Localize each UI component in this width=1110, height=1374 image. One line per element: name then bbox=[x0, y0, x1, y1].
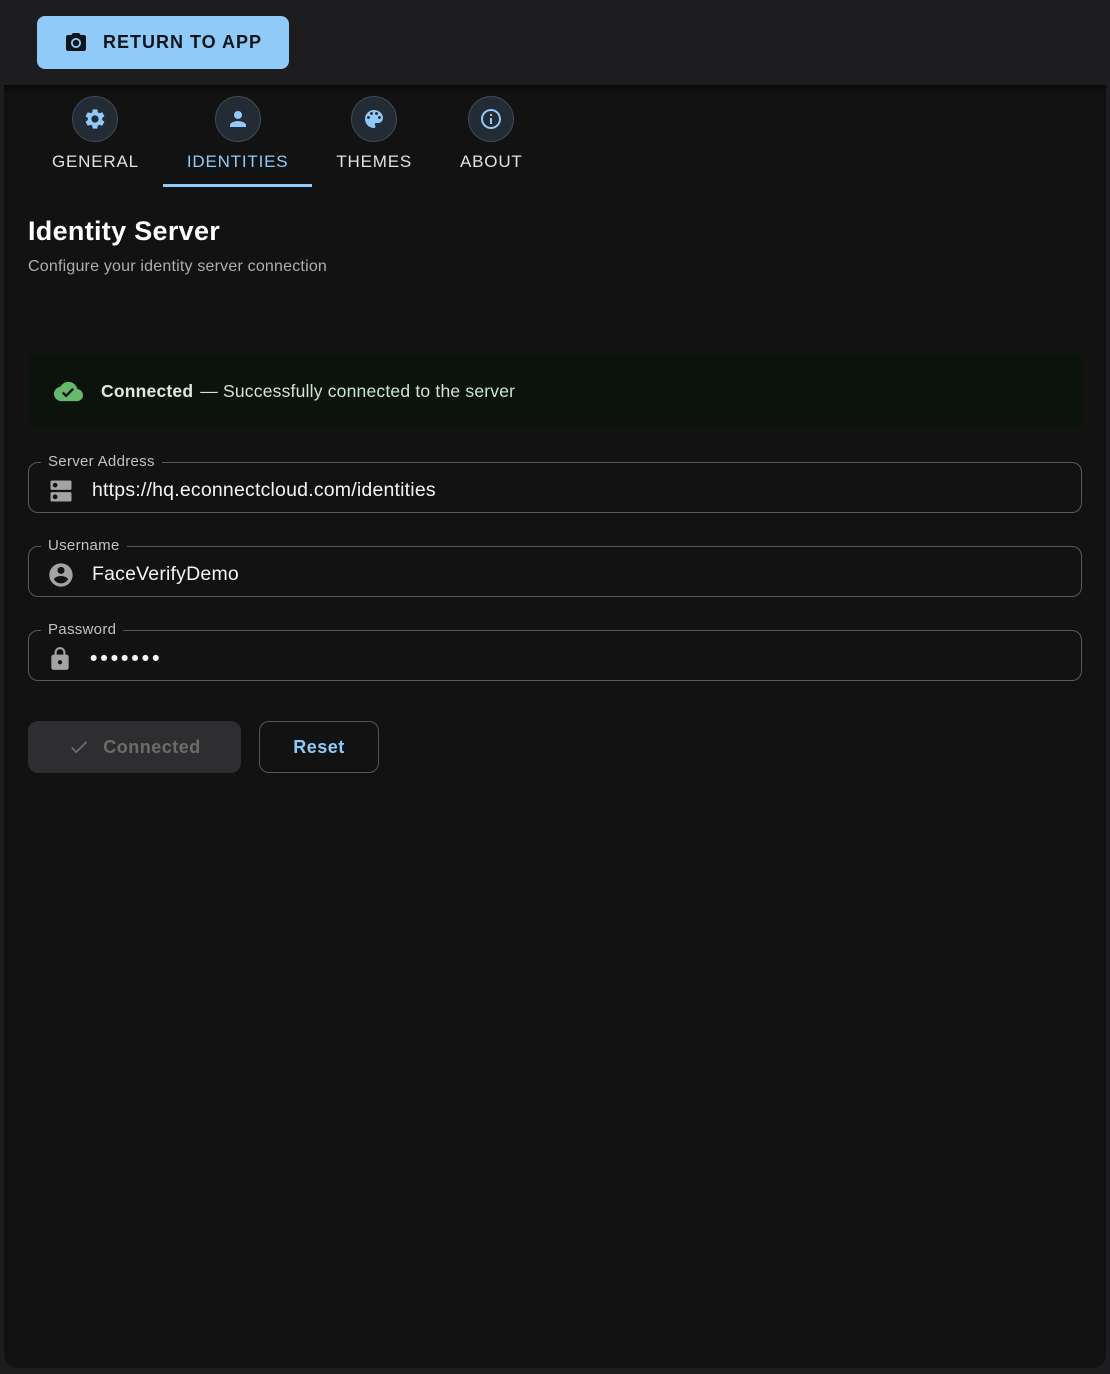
cloud-done-icon bbox=[54, 377, 83, 406]
password-row: ••••••• bbox=[29, 637, 1081, 680]
status-text: Connected — Successfully connected to the… bbox=[101, 381, 515, 402]
server-address-label: Server Address bbox=[48, 453, 155, 470]
page-title: Identity Server bbox=[28, 216, 221, 246]
page-subtitle: Configure your identity server connectio… bbox=[28, 258, 328, 275]
form-actions: Connected Reset bbox=[28, 721, 1082, 773]
tab-themes[interactable]: THEMES bbox=[312, 96, 436, 187]
tab-about[interactable]: ABOUT bbox=[436, 96, 547, 187]
tab-identities[interactable]: IDENTITIES bbox=[162, 96, 313, 187]
server-address-row: https://hq.econnectcloud.com/identities bbox=[29, 469, 1081, 512]
tab-general-circle bbox=[72, 96, 119, 142]
status-message: — Successfully connected to the server bbox=[200, 381, 516, 401]
reset-button-label: Reset bbox=[293, 736, 345, 757]
tab-general-label: GENERAL bbox=[52, 152, 139, 171]
tab-general[interactable]: GENERAL bbox=[28, 96, 163, 187]
identity-server-panel: Identity Server Configure your identity … bbox=[4, 187, 1106, 773]
tab-themes-label: THEMES bbox=[336, 152, 413, 171]
settings-tabs: GENERAL IDENTITIES THEMES ABOUT bbox=[4, 85, 1106, 187]
camera-icon bbox=[64, 31, 88, 55]
server-address-input[interactable]: https://hq.econnectcloud.com/identities bbox=[92, 479, 436, 502]
gear-icon bbox=[83, 107, 107, 131]
return-to-app-button[interactable]: RETURN TO APP bbox=[37, 16, 290, 69]
account-icon bbox=[47, 561, 75, 589]
password-input[interactable]: ••••••• bbox=[90, 648, 162, 669]
connect-button-label: Connected bbox=[103, 736, 201, 757]
tab-themes-circle bbox=[351, 96, 398, 142]
settings-window: RETURN TO APP GENERAL IDENTITIES THEMES … bbox=[0, 0, 1110, 1374]
person-icon bbox=[226, 107, 250, 131]
status-state: Connected bbox=[101, 381, 194, 401]
server-icon bbox=[47, 477, 75, 505]
username-input[interactable]: FaceVerifyDemo bbox=[92, 563, 239, 586]
username-field[interactable]: Username FaceVerifyDemo bbox=[28, 537, 1082, 597]
password-label: Password bbox=[48, 621, 117, 638]
server-address-field[interactable]: Server Address https://hq.econnectcloud.… bbox=[28, 453, 1082, 513]
return-to-app-label: RETURN TO APP bbox=[103, 32, 263, 52]
check-icon bbox=[68, 736, 90, 758]
lock-icon bbox=[47, 646, 73, 672]
connect-button[interactable]: Connected bbox=[28, 721, 241, 773]
username-row: FaceVerifyDemo bbox=[29, 553, 1081, 596]
password-field[interactable]: Password ••••••• bbox=[28, 621, 1082, 681]
tab-about-label: ABOUT bbox=[460, 152, 523, 171]
settings-content: GENERAL IDENTITIES THEMES ABOUT Identity… bbox=[4, 85, 1106, 1368]
tab-identities-circle bbox=[214, 96, 261, 142]
tab-about-circle bbox=[468, 96, 515, 142]
connection-status-banner: Connected — Successfully connected to the… bbox=[28, 354, 1082, 429]
tab-identities-label: IDENTITIES bbox=[186, 152, 289, 171]
palette-icon bbox=[362, 107, 386, 131]
username-label: Username bbox=[48, 537, 120, 554]
info-icon bbox=[479, 107, 503, 131]
app-header: RETURN TO APP bbox=[0, 0, 1110, 85]
reset-button[interactable]: Reset bbox=[259, 721, 379, 773]
